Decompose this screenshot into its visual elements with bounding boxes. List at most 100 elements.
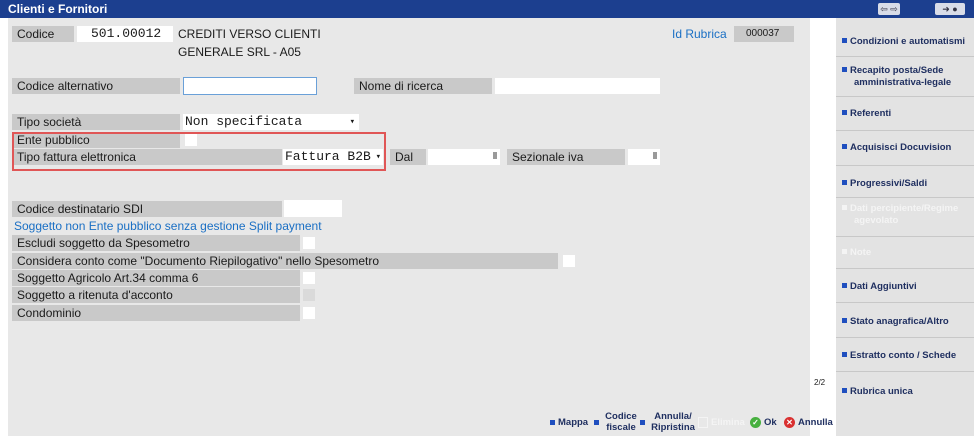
window-title: Clienti e Fornitori <box>8 2 108 16</box>
highlight-box <box>12 132 386 171</box>
side-recapito-label: Recapito posta/Sede amministrativa-legal… <box>850 65 952 88</box>
side-stato-label: Stato anagrafica/Altro <box>850 316 949 327</box>
nome-ricerca-input[interactable] <box>495 78 660 94</box>
bullet-icon <box>842 388 847 393</box>
page-indicator: 2/2 <box>814 378 826 387</box>
codice-fiscale-button[interactable]: Codice fiscale <box>594 408 640 436</box>
side-note-label: Note <box>850 247 872 258</box>
check-icon: ✓ <box>750 416 761 428</box>
annulla-ripristina-button[interactable]: Annulla/ Ripristina <box>640 408 698 436</box>
bullet-icon <box>842 249 847 254</box>
side-referenti-label: Referenti <box>850 108 892 119</box>
bullet-icon <box>842 283 847 288</box>
bullet-icon <box>842 67 847 72</box>
annulla-button[interactable]: ✕ Annulla <box>784 408 833 436</box>
bullet-icon <box>842 144 847 149</box>
bullet-icon <box>842 180 847 185</box>
side-referenti-button[interactable]: Referenti <box>836 108 974 120</box>
account-name-line2: GENERALE SRL - A05 <box>178 45 301 59</box>
lookup-icon[interactable] <box>653 152 657 159</box>
bullet-icon <box>594 419 599 425</box>
divider <box>836 371 974 372</box>
tipo-societa-select[interactable]: Non specificata ▾ <box>183 114 359 130</box>
codice-alternativo-label: Codice alternativo <box>12 78 180 94</box>
account-name-line1: CREDITI VERSO CLIENTI <box>178 27 321 41</box>
annulla-ripristina-label: Annulla/ Ripristina <box>651 411 695 433</box>
elimina-button: Elimina <box>698 408 745 436</box>
window-titlebar: Clienti e Fornitori ⇦ ⇨ ➜ ● <box>0 0 974 18</box>
side-percipiente-button: Dati percipiente/Regime agevolato <box>836 203 974 227</box>
divider <box>836 130 974 131</box>
scroll-down-icon[interactable]: ⏷ <box>813 392 821 403</box>
side-stato-button[interactable]: Stato anagrafica/Altro <box>836 316 974 328</box>
calendar-icon[interactable] <box>493 152 497 159</box>
chevron-down-icon: ▾ <box>349 117 355 127</box>
side-docuvision-label: Acquisisci Docuvision <box>850 142 952 153</box>
side-condizioni-button[interactable]: Condizioni e automatismi <box>836 36 974 48</box>
trash-icon <box>698 416 708 428</box>
codice-sdi-label: Codice destinatario SDI <box>12 201 282 217</box>
escludi-spesometro-label: Escludi soggetto da Spesometro <box>12 235 300 251</box>
side-condizioni-label: Condizioni e automatismi <box>850 36 966 47</box>
rubrica-value: 000037 <box>734 26 794 42</box>
side-progressivi-button[interactable]: Progressivi/Saldi <box>836 178 974 190</box>
divider <box>836 197 974 198</box>
nav-arrows-icon[interactable]: ⇦ ⇨ <box>878 3 900 15</box>
sezionale-iva-input[interactable] <box>628 149 660 165</box>
bullet-icon <box>640 419 645 425</box>
side-estratto-label: Estratto conto / Schede <box>850 350 957 361</box>
side-percipiente-label: Dati percipiente/Regime agevolato <box>850 203 959 226</box>
mappa-button[interactable]: Mappa <box>550 408 588 436</box>
side-recapito-button[interactable]: Recapito posta/Sede amministrativa-legal… <box>836 65 974 89</box>
bullet-icon <box>842 352 847 357</box>
documento-riepilogativo-label: Considera conto come "Documento Riepilog… <box>12 253 558 269</box>
condominio-checkbox[interactable] <box>303 307 315 319</box>
tipo-societa-value: Non specificata <box>185 114 303 129</box>
cancel-icon: ✕ <box>784 416 795 428</box>
elimina-label: Elimina <box>711 416 745 428</box>
ritenuta-acconto-label: Soggetto a ritenuta d'acconto <box>12 287 300 303</box>
divider <box>836 337 974 338</box>
split-payment-info: Soggetto non Ente pubblico senza gestion… <box>14 219 322 233</box>
code-field[interactable]: 501.00012 <box>77 26 173 42</box>
divider <box>836 165 974 166</box>
escludi-spesometro-checkbox[interactable] <box>303 237 315 249</box>
ok-button[interactable]: ✓ Ok <box>750 408 777 436</box>
side-estratto-button[interactable]: Estratto conto / Schede <box>836 350 974 362</box>
bullet-icon <box>842 110 847 115</box>
condominio-label: Condominio <box>12 305 300 321</box>
codice-sdi-input[interactable] <box>284 200 342 217</box>
side-dati-aggiuntivi-button[interactable]: Dati Aggiuntivi <box>836 281 974 293</box>
soggetto-agricolo-checkbox[interactable] <box>303 272 315 284</box>
mappa-label: Mappa <box>558 416 589 428</box>
dal-label: Dal <box>390 149 426 165</box>
bullet-icon <box>842 38 847 43</box>
tipo-societa-label: Tipo società <box>12 114 180 130</box>
dal-date-input[interactable] <box>428 149 500 165</box>
divider <box>836 236 974 237</box>
bullet-icon <box>550 419 555 425</box>
soggetto-agricolo-label: Soggetto Agricolo Art.34 comma 6 <box>12 270 300 286</box>
divider <box>836 302 974 303</box>
documento-riepilogativo-checkbox[interactable] <box>563 255 575 267</box>
divider <box>836 268 974 269</box>
side-progressivi-label: Progressivi/Saldi <box>850 178 928 189</box>
side-dati-aggiuntivi-label: Dati Aggiuntivi <box>850 281 917 292</box>
scroll-up-icon[interactable]: ⏶ <box>813 358 821 369</box>
side-note-button: Note <box>836 247 974 259</box>
side-docuvision-button[interactable]: Acquisisci Docuvision <box>836 142 974 154</box>
annulla-label: Annulla <box>798 416 833 428</box>
ritenuta-acconto-checkbox[interactable] <box>303 289 315 301</box>
rubrica-label: Id Rubrica <box>672 27 727 41</box>
codice-alternativo-input[interactable] <box>183 77 317 95</box>
nome-ricerca-label: Nome di ricerca <box>354 78 492 94</box>
divider <box>836 56 974 57</box>
codice-fiscale-label: Codice fiscale <box>605 411 637 433</box>
sezionale-iva-label: Sezionale iva <box>507 149 625 165</box>
side-rubrica-label: Rubrica unica <box>850 386 913 397</box>
side-rubrica-button[interactable]: Rubrica unica <box>836 386 974 398</box>
code-label: Codice <box>12 26 74 42</box>
bullet-icon <box>842 205 847 210</box>
pin-icon[interactable]: ➜ ● <box>935 3 965 15</box>
divider <box>836 96 974 97</box>
